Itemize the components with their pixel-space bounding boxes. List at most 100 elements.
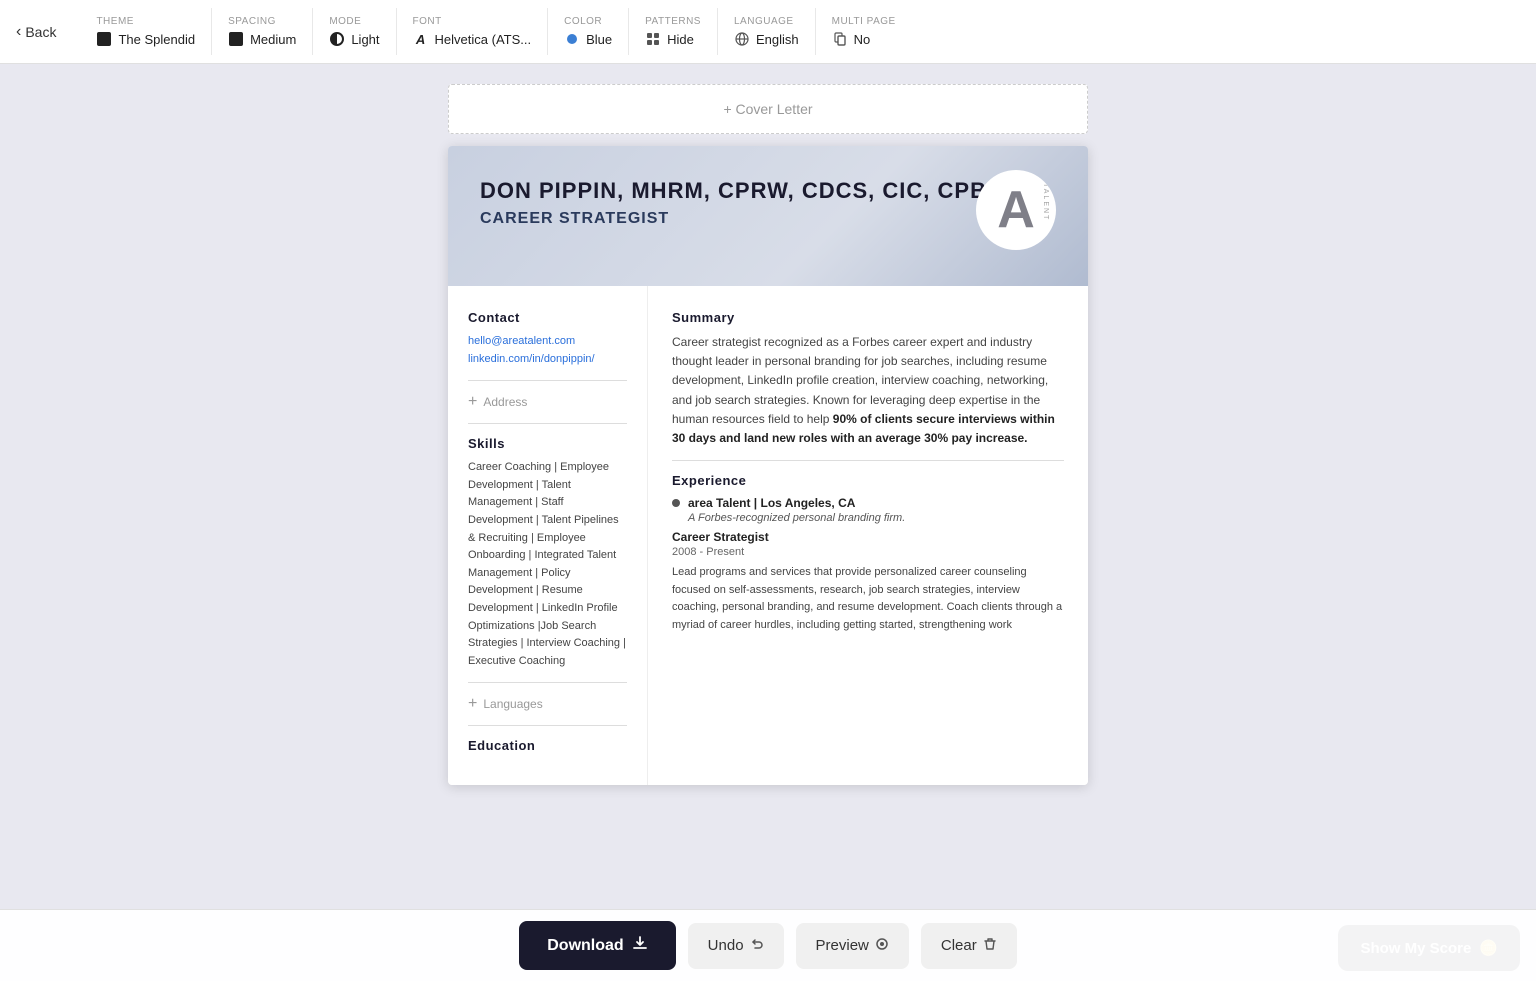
multipage-value-container: No bbox=[832, 31, 871, 47]
trash-icon bbox=[983, 937, 997, 955]
language-globe-icon bbox=[734, 31, 750, 47]
color-label: COLOR bbox=[564, 16, 602, 27]
mode-label: MODE bbox=[329, 16, 361, 27]
skills-section: Skills Career Coaching | Employee Develo… bbox=[468, 436, 627, 670]
exp-description: Lead programs and services that provide … bbox=[672, 564, 1064, 634]
summary-section-title: Summary bbox=[672, 310, 1064, 325]
cover-letter-strip[interactable]: + Cover Letter bbox=[448, 84, 1088, 134]
theme-label: THEME bbox=[96, 16, 134, 27]
spacing-option[interactable]: SPACING Medium bbox=[212, 8, 313, 55]
spacing-value-container: Medium bbox=[228, 31, 296, 47]
preview-label: Preview bbox=[816, 937, 869, 954]
experience-section-title: Experience bbox=[672, 473, 1064, 488]
contact-linkedin[interactable]: linkedin.com/in/donpippin/ bbox=[468, 351, 627, 369]
multipage-label: MULTI PAGE bbox=[832, 16, 896, 27]
education-label: Education bbox=[468, 738, 627, 753]
patterns-label: PATTERNS bbox=[645, 16, 701, 27]
undo-button[interactable]: Undo bbox=[688, 923, 784, 969]
undo-label: Undo bbox=[708, 937, 744, 954]
spacing-icon bbox=[228, 31, 244, 47]
color-dot-icon bbox=[564, 31, 580, 47]
exp-dates: 2008 - Present bbox=[672, 546, 1064, 558]
main-content: + Cover Letter DON PIPPIN, MHRM, CPRW, C… bbox=[0, 64, 1536, 885]
logo-watermark: TALENT bbox=[1042, 183, 1049, 221]
multipage-icon bbox=[832, 31, 848, 47]
divider-5 bbox=[672, 460, 1064, 461]
address-label: Address bbox=[483, 395, 527, 409]
mode-value-container: Light bbox=[329, 31, 379, 47]
resume-header: DON PIPPIN, MHRM, CPRW, CDCS, CIC, CPBS … bbox=[448, 146, 1088, 286]
theme-value: The Splendid bbox=[118, 32, 195, 47]
theme-value-container: The Splendid bbox=[96, 31, 195, 47]
nav-options: THEME The Splendid SPACING Medium MODE L… bbox=[80, 8, 1520, 55]
education-section-stub: Education bbox=[468, 738, 627, 753]
divider-3 bbox=[468, 682, 627, 683]
color-value-container: Blue bbox=[564, 31, 612, 47]
resume-body: Contact hello@areatalent.com linkedin.co… bbox=[448, 286, 1088, 785]
logo-letter: A bbox=[997, 184, 1035, 236]
job-item: area Talent | Los Angeles, CA A Forbes-r… bbox=[672, 496, 1064, 634]
contact-section-title: Contact bbox=[468, 310, 627, 325]
spacing-value: Medium bbox=[250, 32, 296, 47]
patterns-icon bbox=[645, 31, 661, 47]
patterns-value: Hide bbox=[667, 32, 694, 47]
resume-name: DON PIPPIN, MHRM, CPRW, CDCS, CIC, CPBS bbox=[480, 178, 1056, 204]
plus-icon-2: + bbox=[468, 695, 477, 713]
download-icon bbox=[632, 935, 648, 956]
experience-section: Experience area Talent | Los Angeles, CA… bbox=[672, 473, 1064, 634]
clear-label: Clear bbox=[941, 937, 977, 954]
preview-button[interactable]: Preview bbox=[796, 923, 909, 969]
font-label: FONT bbox=[413, 16, 442, 27]
divider-2 bbox=[468, 423, 627, 424]
resume-title: CAREER STRATEGIST bbox=[480, 210, 1056, 228]
resume-logo: A TALENT bbox=[976, 170, 1056, 250]
language-value: English bbox=[756, 32, 799, 47]
mode-icon bbox=[329, 31, 345, 47]
divider-4 bbox=[468, 725, 627, 726]
spacing-label: SPACING bbox=[228, 16, 276, 27]
theme-icon bbox=[96, 31, 112, 47]
clear-button[interactable]: Clear bbox=[921, 923, 1017, 969]
chevron-left-icon: ‹ bbox=[16, 23, 21, 41]
summary-section: Summary Career strategist recognized as … bbox=[672, 310, 1064, 448]
patterns-option[interactable]: PATTERNS Hide bbox=[629, 8, 718, 55]
exp-company: area Talent | Los Angeles, CA bbox=[672, 496, 1064, 510]
resume-right-column: Summary Career strategist recognized as … bbox=[648, 286, 1088, 785]
contact-section: Contact hello@areatalent.com linkedin.co… bbox=[468, 310, 627, 368]
download-label: Download bbox=[547, 937, 623, 955]
color-option[interactable]: COLOR Blue bbox=[548, 8, 629, 55]
bottom-toolbar: Download Undo Preview Clear bbox=[0, 909, 1536, 981]
color-value: Blue bbox=[586, 32, 612, 47]
theme-option[interactable]: THEME The Splendid bbox=[80, 8, 212, 55]
top-navigation-bar: ‹ Back THEME The Splendid SPACING Medium… bbox=[0, 0, 1536, 64]
multipage-option[interactable]: MULTI PAGE No bbox=[816, 8, 912, 55]
exp-dot-icon bbox=[672, 499, 680, 507]
back-label: Back bbox=[25, 24, 56, 40]
mode-value: Light bbox=[351, 32, 379, 47]
font-value-container: A Helvetica (ATS... bbox=[413, 31, 532, 47]
back-button[interactable]: ‹ Back bbox=[16, 23, 56, 41]
summary-text: Career strategist recognized as a Forbes… bbox=[672, 333, 1064, 448]
add-address-btn[interactable]: + Address bbox=[468, 393, 627, 411]
multipage-value: No bbox=[854, 32, 871, 47]
plus-icon: + bbox=[468, 393, 477, 411]
undo-icon bbox=[750, 937, 764, 955]
font-icon: A bbox=[413, 31, 429, 47]
preview-icon bbox=[875, 937, 889, 955]
font-value: Helvetica (ATS... bbox=[435, 32, 532, 47]
language-option[interactable]: LANGUAGE English bbox=[718, 8, 816, 55]
skills-text: Career Coaching | Employee Development |… bbox=[468, 459, 627, 670]
resume-left-column: Contact hello@areatalent.com linkedin.co… bbox=[448, 286, 648, 785]
language-value-container: English bbox=[734, 31, 799, 47]
font-option[interactable]: FONT A Helvetica (ATS... bbox=[397, 8, 549, 55]
add-languages-btn[interactable]: + Languages bbox=[468, 695, 627, 713]
exp-company-desc: A Forbes-recognized personal branding fi… bbox=[688, 512, 1064, 524]
mode-option[interactable]: MODE Light bbox=[313, 8, 396, 55]
skills-section-title: Skills bbox=[468, 436, 627, 451]
download-button[interactable]: Download bbox=[519, 921, 675, 970]
contact-email[interactable]: hello@areatalent.com bbox=[468, 333, 627, 351]
divider-1 bbox=[468, 380, 627, 381]
resume-card: DON PIPPIN, MHRM, CPRW, CDCS, CIC, CPBS … bbox=[448, 146, 1088, 785]
exp-company-name: area Talent | Los Angeles, CA bbox=[688, 496, 855, 510]
cover-letter-label: + Cover Letter bbox=[723, 101, 812, 117]
